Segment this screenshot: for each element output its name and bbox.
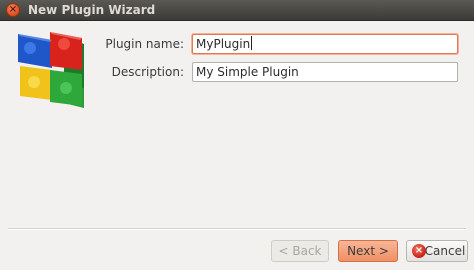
window-title: New Plugin Wizard	[28, 3, 156, 17]
wizard-window: × New Plugin Wizard Plugin name: MyPlugi…	[0, 0, 474, 270]
text-cursor	[251, 36, 253, 50]
cancel-label: Cancel	[424, 244, 466, 258]
plugin-name-input[interactable]: MyPlugin	[192, 34, 458, 54]
next-button[interactable]: Next >	[338, 240, 398, 262]
close-icon[interactable]: ×	[6, 3, 20, 17]
cancel-icon: ×	[412, 244, 426, 258]
cancel-button[interactable]: × Cancel	[406, 240, 468, 262]
plugin-name-value: MyPlugin	[196, 37, 251, 51]
plugin-name-label: Plugin name:	[105, 37, 184, 51]
description-value: My Simple Plugin	[196, 65, 299, 79]
description-label: Description:	[111, 65, 184, 79]
description-input[interactable]: My Simple Plugin	[192, 62, 458, 82]
back-button[interactable]: < Back	[271, 240, 329, 262]
button-separator	[8, 228, 466, 230]
puzzle-pieces-icon	[18, 32, 84, 108]
title-bar: × New Plugin Wizard	[0, 0, 474, 21]
